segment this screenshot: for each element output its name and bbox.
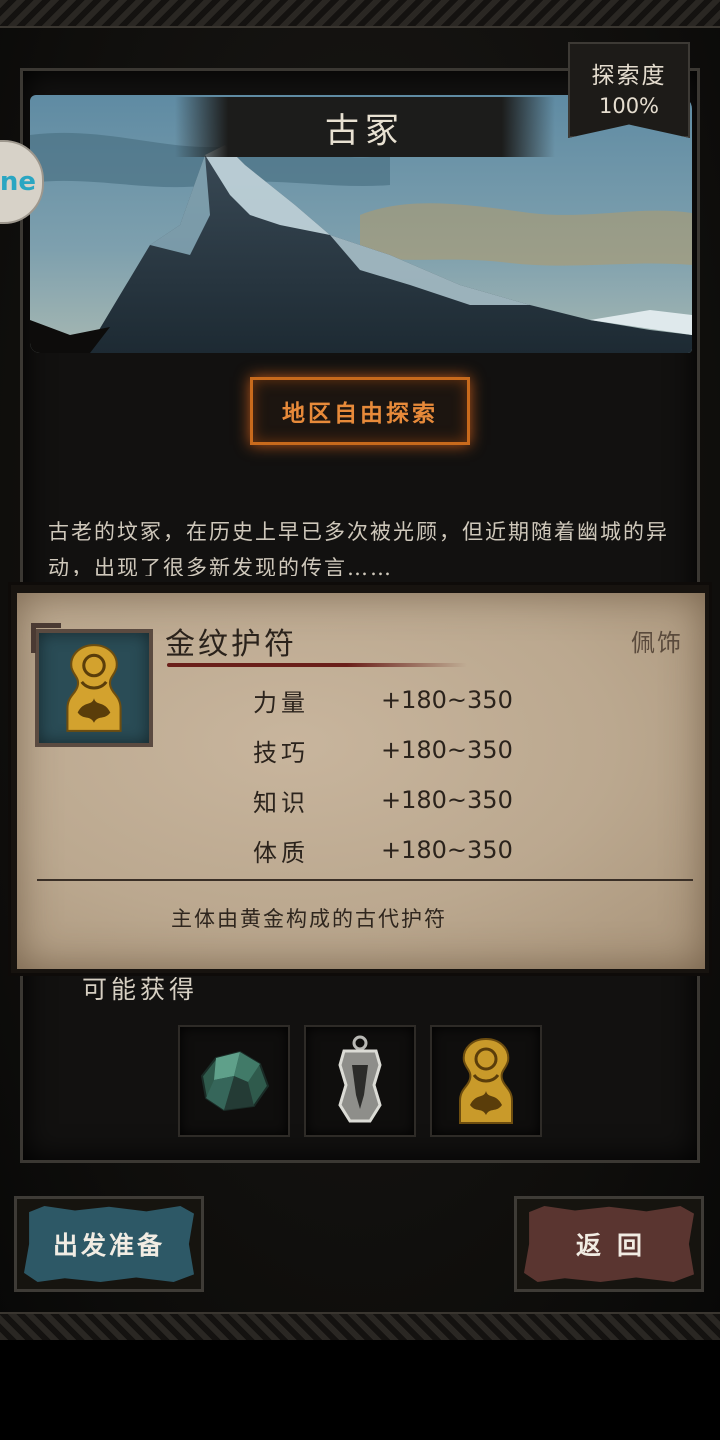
item-stats: 力量 +180~350 技巧 +180~350 知识 +180~350 体质 +… xyxy=(253,675,513,875)
stat-row-knowledge: 知识 +180~350 xyxy=(253,775,513,825)
gold-amulet-icon xyxy=(459,1037,513,1124)
stat-name: 力量 xyxy=(253,688,309,717)
item-tooltip: 金纹护符 佩饰 力量 +180~350 技巧 +180~350 知识 +180~… xyxy=(8,582,712,976)
departure-prep-label: 出发准备 xyxy=(52,1231,165,1260)
side-badge-text: ne xyxy=(0,167,36,197)
item-name-underline xyxy=(167,663,467,667)
exploration-progress-tag: 探索度 100% xyxy=(568,42,690,138)
item-frame-corner-ornament xyxy=(31,623,61,653)
location-description: 古老的坟冢，在历史上早已多次被光顾，但近期随着幽城的异动，出现了很多新发现的传言… xyxy=(48,520,669,576)
stat-value: +180~350 xyxy=(381,836,513,864)
location-title: 古冢 xyxy=(325,110,405,151)
stat-name: 知识 xyxy=(253,788,309,817)
stat-row-constitution: 体质 +180~350 xyxy=(253,825,513,875)
stat-name: 技巧 xyxy=(253,738,309,767)
tooltip-divider xyxy=(37,879,693,881)
location-title-banner: 古冢 xyxy=(175,97,555,157)
stat-value: +180~350 xyxy=(381,786,513,814)
departure-prep-button[interactable]: 出发准备 xyxy=(14,1196,204,1292)
stat-row-skill: 技巧 +180~350 xyxy=(253,725,513,775)
return-label: 返回 xyxy=(575,1231,658,1260)
stat-value: +180~350 xyxy=(381,736,513,764)
return-inner: 返回 xyxy=(524,1206,694,1282)
item-tooltip-paper: 金纹护符 佩饰 力量 +180~350 技巧 +180~350 知识 +180~… xyxy=(17,593,705,969)
bottom-border xyxy=(0,1312,720,1340)
stat-name: 体质 xyxy=(253,838,309,867)
free-explore-label: 地区自由探索 xyxy=(282,400,438,427)
gold-amulet-icon xyxy=(66,644,122,732)
stat-row-strength: 力量 +180~350 xyxy=(253,675,513,725)
departure-prep-inner: 出发准备 xyxy=(24,1206,194,1282)
exploration-progress-value: 100% xyxy=(598,94,660,118)
loot-slot-list xyxy=(178,1025,542,1137)
stat-value: +180~350 xyxy=(381,686,513,714)
green-ore-icon xyxy=(200,1050,270,1112)
return-button[interactable]: 返回 xyxy=(514,1196,704,1292)
free-explore-button[interactable]: 地区自由探索 xyxy=(250,377,470,445)
silver-pendant-icon xyxy=(338,1035,382,1123)
loot-slot-green-ore[interactable] xyxy=(178,1025,290,1137)
top-border xyxy=(0,0,720,28)
item-description: 主体由黄金构成的古代护符 xyxy=(171,907,447,931)
item-name: 金纹护符 xyxy=(165,627,297,662)
bottom-blank-area xyxy=(0,1340,720,1440)
loot-slot-silver-pendant[interactable] xyxy=(304,1025,416,1137)
exploration-progress-label: 探索度 xyxy=(591,63,667,89)
loot-slot-gold-amulet[interactable] xyxy=(430,1025,542,1137)
item-type: 佩饰 xyxy=(631,629,683,657)
